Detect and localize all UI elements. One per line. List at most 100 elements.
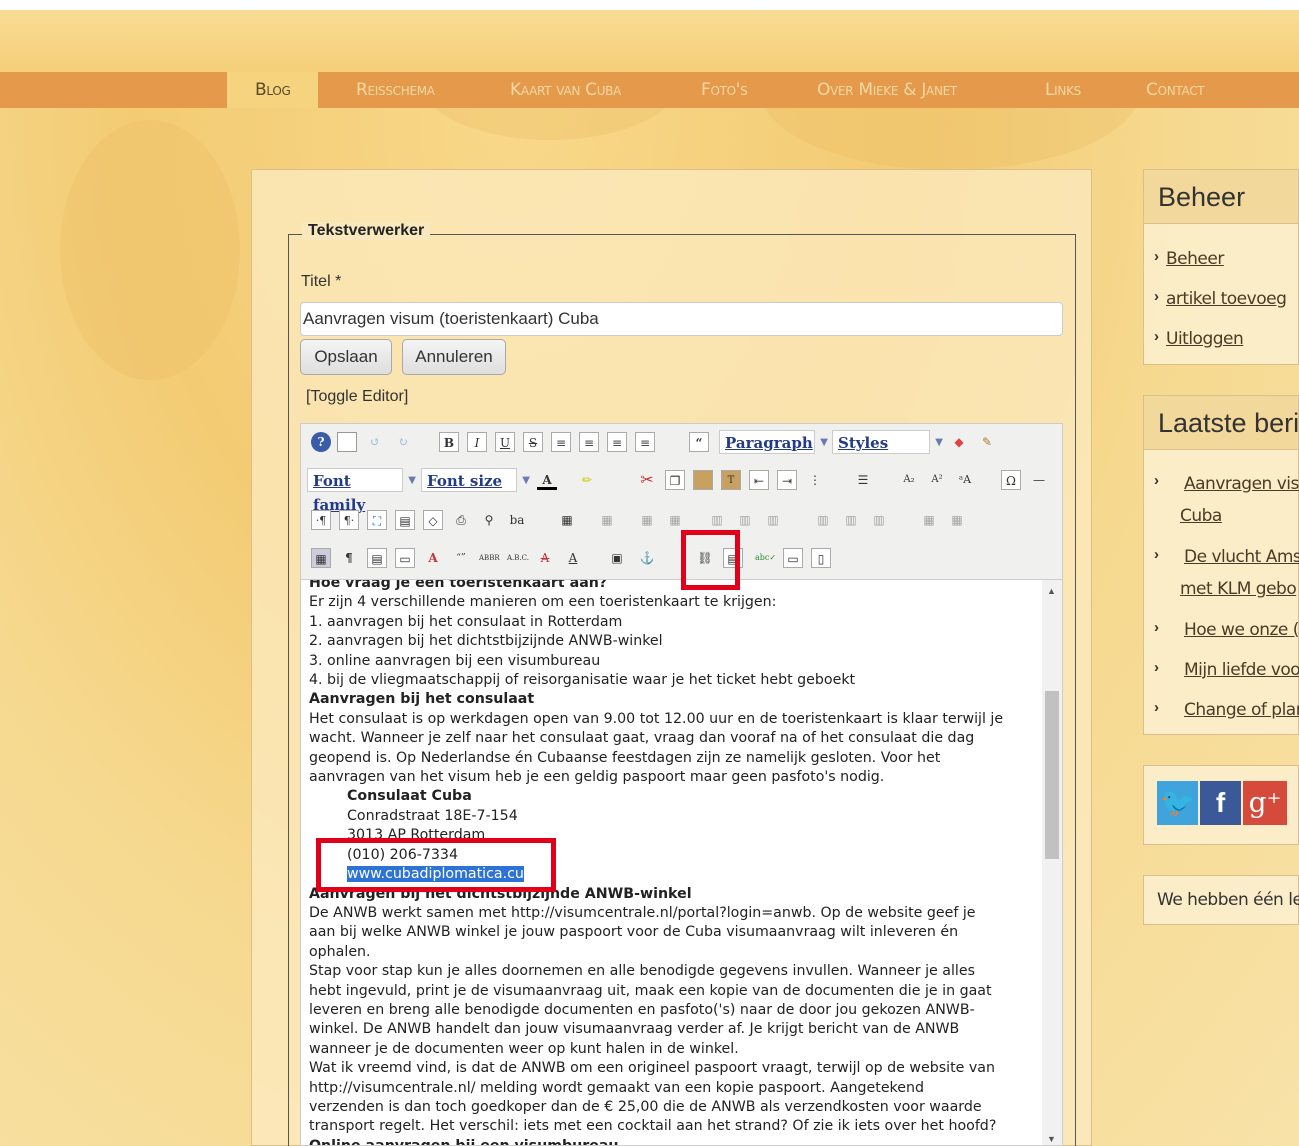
font-family-select[interactable]: Font family ▼ xyxy=(307,468,416,514)
nav-links[interactable]: Links xyxy=(1045,72,1081,108)
insert-row-before-icon[interactable]: ▥ xyxy=(707,510,727,530)
cancel-button[interactable]: Annuleren xyxy=(402,339,506,375)
sidebar-link-artikel-toevoegen[interactable]: artikel toevoeg xyxy=(1166,289,1287,309)
align-center-icon[interactable]: ≡ xyxy=(579,432,599,452)
bold-icon[interactable]: B xyxy=(439,432,459,452)
cut-icon[interactable]: ✂ xyxy=(637,470,657,490)
insert-col-before-icon[interactable]: ▥ xyxy=(813,510,833,530)
ltr-icon[interactable]: ·¶ xyxy=(311,510,331,530)
visual-aid-icon[interactable]: ▦ xyxy=(311,548,331,568)
insert-col-after-icon[interactable]: ▥ xyxy=(841,510,861,530)
italic-icon[interactable]: I xyxy=(467,432,487,452)
nav-kaart-van-cuba[interactable]: Kaart van Cuba xyxy=(510,72,621,108)
format-select[interactable]: Paragraph ▼ xyxy=(719,430,828,454)
blockquote-icon[interactable]: “ xyxy=(689,432,709,452)
font-size-select[interactable]: Font size ▼ xyxy=(421,468,530,492)
page-break-icon[interactable]: ▯ xyxy=(811,548,831,568)
merge-cells-icon[interactable]: ▦ xyxy=(947,510,967,530)
split-cells-icon[interactable]: ▦ xyxy=(919,510,939,530)
eraser-icon[interactable]: ◆ xyxy=(949,432,969,452)
rtl-icon[interactable]: ¶· xyxy=(339,510,359,530)
recent-post-link[interactable]: Aanvragen vis xyxy=(1184,474,1299,494)
find-icon[interactable]: ⚲ xyxy=(479,510,499,530)
print-icon[interactable]: ⎙ xyxy=(451,510,471,530)
acronym-icon[interactable]: A.B.C. xyxy=(507,548,529,568)
editor-line: 2. aanvragen bij het dichtstbijzijnde AN… xyxy=(309,633,663,650)
align-left-icon[interactable]: ≡ xyxy=(551,432,571,452)
insert-text-icon[interactable]: A xyxy=(563,548,583,568)
fullscreen-icon[interactable]: ⛶ xyxy=(367,510,387,530)
sidebar-link-uitloggen[interactable]: Uitloggen xyxy=(1166,329,1244,349)
recent-post-link[interactable]: met KLM gebo xyxy=(1180,579,1297,599)
help-icon[interactable]: ? xyxy=(311,432,331,452)
save-button[interactable]: Opslaan xyxy=(300,339,392,375)
insert-layer-icon[interactable]: ▭ xyxy=(395,548,415,568)
form-field-icon[interactable]: ▭ xyxy=(783,548,803,568)
recent-post-link[interactable]: Hoe we onze ( xyxy=(1184,620,1299,640)
abbr-icon[interactable]: ABBR xyxy=(479,548,500,568)
recent-post-link[interactable]: Change of plar xyxy=(1184,700,1299,720)
outdent-icon[interactable]: ⇤ xyxy=(749,470,769,490)
delete-col-icon[interactable]: ▥ xyxy=(869,510,889,530)
new-document-icon[interactable] xyxy=(337,432,357,452)
special-char-icon[interactable]: Ω xyxy=(1001,470,1021,490)
style-props-icon[interactable]: A xyxy=(423,548,443,568)
text-color-icon[interactable]: A xyxy=(537,470,557,490)
google-plus-icon[interactable]: g⁺ xyxy=(1243,781,1287,825)
copy-icon[interactable]: ❐ xyxy=(665,470,685,490)
undo-icon[interactable]: ↺ xyxy=(365,432,385,452)
twitter-icon[interactable]: 🐦 xyxy=(1157,781,1198,825)
align-right-icon[interactable]: ≡ xyxy=(607,432,627,452)
paste-text-icon[interactable]: T xyxy=(721,470,741,490)
nav-over-mieke-janet[interactable]: Over Mieke & Janet xyxy=(817,72,957,108)
bullet-list-icon[interactable]: ☰ xyxy=(853,470,873,490)
editor-scrollbar[interactable]: ▲ ▼ xyxy=(1042,580,1062,1145)
scroll-up-arrow[interactable]: ▲ xyxy=(1047,586,1056,596)
table-props-icon[interactable]: ▦ xyxy=(597,510,617,530)
paste-icon[interactable] xyxy=(693,470,713,490)
recent-post-link[interactable]: Cuba xyxy=(1180,506,1222,526)
nav-contact[interactable]: Contact xyxy=(1146,72,1205,108)
strikethrough-icon[interactable]: S xyxy=(523,432,543,452)
facebook-icon[interactable]: f xyxy=(1200,781,1241,825)
delete-row-icon[interactable]: ▥ xyxy=(763,510,783,530)
highlight-color-icon[interactable]: ✏ xyxy=(577,470,597,490)
align-justify-icon[interactable]: ≡ xyxy=(635,432,655,452)
spellcheck-icon[interactable]: abc✓ xyxy=(755,548,776,568)
sidebar-link-beheer[interactable]: Beheer xyxy=(1166,249,1224,269)
cell-props-icon[interactable]: ▦ xyxy=(665,510,685,530)
recent-post-link[interactable]: De vlucht Ams xyxy=(1184,547,1299,567)
preview-icon[interactable]: ▤ xyxy=(395,510,415,530)
nav-blog[interactable]: Blog xyxy=(227,72,319,108)
show-blocks-icon[interactable]: ¶ xyxy=(339,548,359,568)
image-icon[interactable]: ▣ xyxy=(607,548,627,568)
clean-brush-icon[interactable]: ✎ xyxy=(977,432,997,452)
recent-post-link[interactable]: Mijn liefde voo xyxy=(1184,660,1299,680)
subscript-icon[interactable]: A₂ xyxy=(899,470,919,490)
toggle-editor-link[interactable]: [Toggle Editor] xyxy=(306,388,408,406)
delete-text-icon[interactable]: A xyxy=(535,548,555,568)
replace-icon[interactable]: ba xyxy=(507,510,527,530)
chevron-right-icon: › xyxy=(1154,248,1159,265)
insert-row-after-icon[interactable]: ▥ xyxy=(735,510,755,530)
horizontal-rule-icon[interactable]: — xyxy=(1029,470,1049,490)
numbered-list-icon[interactable]: ⋮ xyxy=(805,470,825,490)
underline-icon[interactable]: U xyxy=(495,432,515,452)
title-input[interactable]: Aanvragen visum (toeristenkaart) Cuba xyxy=(300,302,1063,336)
redo-icon[interactable]: ↻ xyxy=(393,432,413,452)
nav-fotos[interactable]: Foto's xyxy=(701,72,748,108)
html-source-icon[interactable]: ◇ xyxy=(423,510,443,530)
indent-icon[interactable]: ⇥ xyxy=(777,470,797,490)
superscript-icon[interactable]: A² xyxy=(927,470,947,490)
insert-table-icon[interactable]: ▦ xyxy=(557,510,577,530)
anchor-icon[interactable]: ⚓ xyxy=(637,548,657,568)
background-map xyxy=(60,120,240,380)
row-props-icon[interactable]: ▦ xyxy=(637,510,657,530)
cite-icon[interactable]: “” xyxy=(451,548,471,568)
styles-select[interactable]: Styles ▼ xyxy=(832,430,943,454)
nav-reisschema[interactable]: Reisschema xyxy=(356,72,435,108)
scroll-down-arrow[interactable]: ▼ xyxy=(1047,1134,1056,1144)
template-icon[interactable]: ▤ xyxy=(367,548,387,568)
scroll-thumb[interactable] xyxy=(1045,691,1059,859)
change-case-icon[interactable]: ᵃA xyxy=(955,470,975,490)
